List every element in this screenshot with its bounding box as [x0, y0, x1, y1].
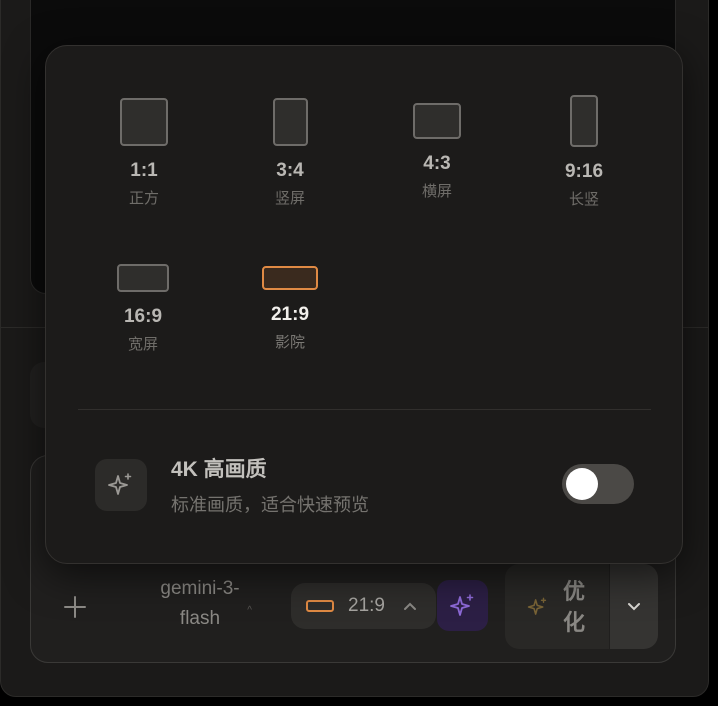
ratio-option-title: 3:4 — [276, 160, 304, 181]
ratio-shape — [413, 103, 461, 139]
hq-title: 4K 高画质 — [171, 458, 267, 481]
ratio-shape-icon — [306, 600, 334, 612]
ratio-shape — [120, 98, 168, 146]
aspect-ratio-popover: 1:1 正方 3:4 竖屏 4:3 横屏 9:16 长竖 16:9 宽屏 21:… — [45, 45, 683, 564]
ratio-option-9-16[interactable]: 9:16 长竖 — [524, 95, 644, 225]
optimize-label: 优化 — [563, 578, 586, 635]
chevron-up-icon — [403, 602, 416, 610]
chevron-down-icon — [628, 602, 640, 610]
ratio-option-3-4[interactable]: 3:4 竖屏 — [230, 98, 350, 228]
hq-badge — [95, 459, 147, 511]
ratio-option-1-1[interactable]: 1:1 正方 — [84, 98, 204, 228]
ratio-option-label: 长竖 — [568, 191, 599, 208]
ratio-shape — [272, 98, 308, 146]
ratio-shape — [570, 95, 598, 147]
ratio-option-title: 9:16 — [564, 161, 604, 182]
ratio-option-label: 横屏 — [421, 183, 452, 200]
ratio-option-title: 4:3 — [423, 153, 451, 174]
ratio-option-title: 1:1 — [130, 160, 158, 181]
magic-sparkle-button[interactable] — [437, 580, 488, 631]
app-stage: gemini-3-flash ^ 21:9 优化 1:1 正方 3:4 竖屏 4… — [0, 0, 718, 706]
ratio-option-21-9[interactable]: 21:9 影院 — [230, 266, 350, 396]
toggle-knob — [566, 468, 598, 500]
ratio-option-title: 21:9 — [270, 304, 310, 325]
chevron-up-icon: ^ — [247, 605, 252, 616]
optimize-button[interactable]: 优化 — [505, 564, 609, 649]
ratio-option-label: 宽屏 — [127, 336, 158, 353]
aspect-ratio-button[interactable]: 21:9 — [291, 583, 436, 629]
ratio-option-16-9[interactable]: 16:9 宽屏 — [83, 264, 203, 394]
sparkle-icon — [449, 593, 473, 616]
ratio-option-label: 影院 — [274, 334, 305, 351]
ratio-option-title: 16:9 — [123, 306, 163, 327]
plus-icon — [64, 596, 86, 618]
optimize-options-button[interactable] — [610, 564, 658, 649]
ratio-shape — [262, 266, 318, 290]
sparkle-icon — [527, 597, 547, 615]
ratio-option-label: 竖屏 — [274, 190, 305, 207]
ratio-shape — [117, 264, 169, 292]
hq-toggle[interactable] — [562, 464, 634, 504]
add-attachment-button[interactable] — [56, 588, 94, 626]
popover-divider — [78, 409, 651, 410]
ratio-option-4-3[interactable]: 4:3 横屏 — [377, 103, 497, 233]
model-selector[interactable]: gemini-3-flash ^ — [140, 574, 260, 638]
model-name: gemini-3-flash — [160, 578, 240, 629]
hq-description: 标准画质，适合快速预览 — [171, 495, 369, 515]
sparkle-icon — [108, 473, 132, 495]
ratio-value: 21:9 — [348, 595, 385, 616]
ratio-option-label: 正方 — [128, 190, 159, 207]
